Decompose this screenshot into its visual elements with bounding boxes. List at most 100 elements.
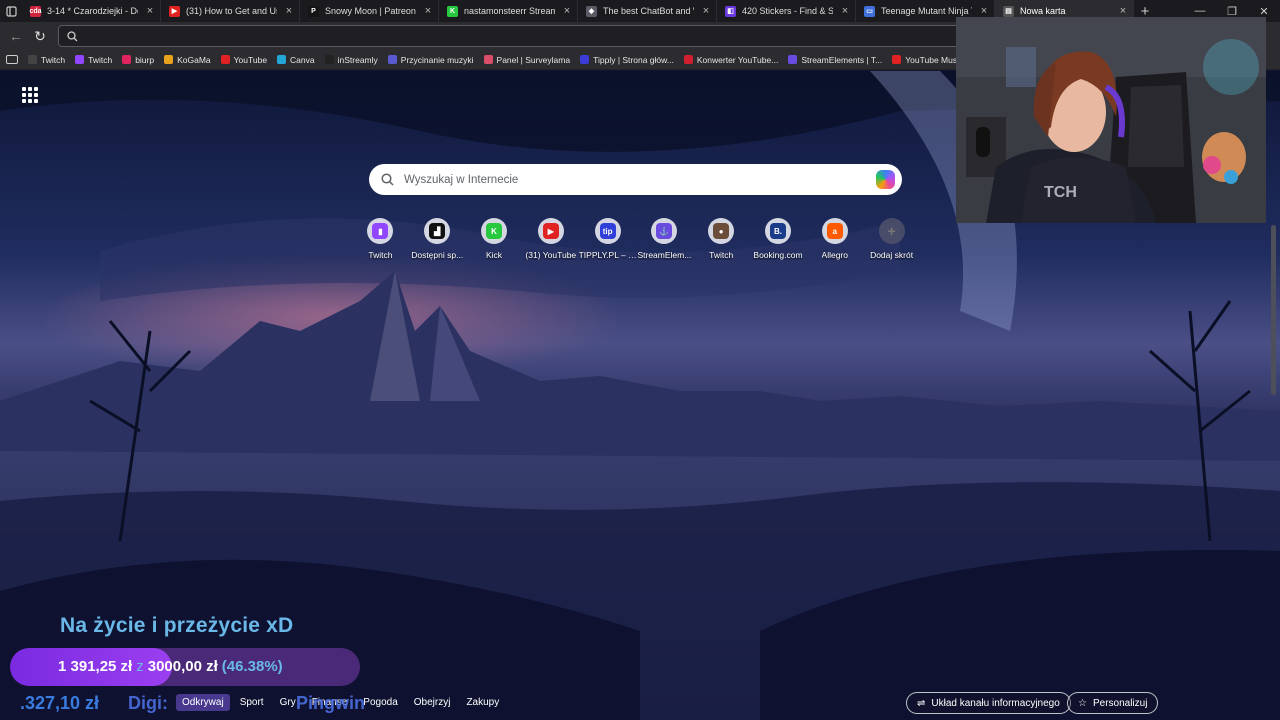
- shortcut-tile[interactable]: ● Twitch: [693, 218, 750, 260]
- shortcut-tile[interactable]: ⚓ StreamElem...: [636, 218, 693, 260]
- apps-grid-icon[interactable]: [22, 87, 38, 103]
- tab-close-icon[interactable]: ×: [283, 5, 295, 17]
- search-icon: [67, 30, 78, 41]
- shortcut-glyph: B.: [769, 223, 786, 239]
- bookmark-item[interactable]: Konwerter YouTube...: [683, 54, 779, 65]
- shortcut-icon: ⚓: [651, 218, 678, 244]
- shortcut-icon: ▟: [424, 218, 451, 244]
- feed-layout-button[interactable]: ⇌ Układ kanału informacyjnego: [906, 692, 1071, 714]
- personalize-button[interactable]: ☆ Personalizuj: [1067, 692, 1159, 714]
- browser-tab[interactable]: ◧ 420 Stickers - Find & Share ×: [717, 0, 856, 22]
- web-search-box[interactable]: Wyszukaj w Internecie: [369, 164, 902, 195]
- browser-tab[interactable]: cda 3-14 * Czarodziejki - Dobrz ×: [22, 0, 161, 22]
- bookmark-label: YouTube Mus: [905, 54, 958, 65]
- shortcut-tile[interactable]: B. Booking.com: [750, 218, 807, 260]
- shortcut-tile[interactable]: + Dodaj skrót: [863, 218, 920, 260]
- shortcut-glyph: ▮: [372, 223, 389, 239]
- goal-current: 1 391,25 zł: [58, 658, 133, 675]
- bookmark-label: Konwerter YouTube...: [696, 54, 779, 65]
- tab-close-icon[interactable]: ×: [839, 5, 851, 17]
- shortcut-tile[interactable]: a Allegro: [806, 218, 863, 260]
- tab-favicon-icon: ▤: [1003, 5, 1014, 17]
- shortcut-label: Twitch: [709, 250, 734, 260]
- tab-favicon-icon: cda: [29, 5, 42, 17]
- shortcut-tile[interactable]: K Kick: [466, 218, 523, 260]
- donation-goal-text: 1 391,25 zł z 3000,00 zł (46.38%): [58, 658, 283, 675]
- bookmark-label: KoGaMa: [177, 54, 211, 65]
- bookmark-item[interactable]: biurp: [122, 55, 154, 65]
- shortcut-label: TIPPLY.PL – S...: [578, 250, 637, 260]
- tab-title: (31) How to Get and Use Li: [186, 6, 277, 16]
- shortcut-icon: ●: [708, 218, 735, 244]
- close-window-icon[interactable]: ✕: [1248, 5, 1280, 18]
- bookmark-item[interactable]: KoGaMa: [164, 55, 211, 65]
- bookmark-item[interactable]: Twitch: [75, 55, 112, 65]
- tab-actions-icon[interactable]: [0, 0, 22, 22]
- back-icon[interactable]: ←: [4, 24, 28, 48]
- shortcut-label: Booking.com: [753, 250, 803, 260]
- tab-close-icon[interactable]: ×: [700, 5, 712, 17]
- browser-tab[interactable]: ▶ (31) How to Get and Use Li ×: [161, 0, 300, 22]
- bookmarks-menu-icon[interactable]: [6, 55, 18, 64]
- shortcut-glyph: +: [887, 223, 896, 239]
- bookmark-item[interactable]: Tipply | Strona głów...: [580, 55, 674, 65]
- shortcut-glyph: ⚓: [656, 223, 673, 239]
- feed-tab[interactable]: Odkrywaj: [176, 694, 230, 711]
- tab-close-icon[interactable]: ×: [1117, 5, 1129, 17]
- search-placeholder: Wyszukaj w Internecie: [404, 173, 519, 186]
- shortcut-tile[interactable]: ▮ Twitch: [352, 218, 409, 260]
- bookmark-item[interactable]: Panel | Surveylama: [483, 55, 570, 65]
- bookmark-label: Twitch: [88, 54, 113, 65]
- bookmark-label: Twitch: [41, 54, 66, 65]
- shortcut-label: Dodaj skrót: [870, 250, 914, 260]
- tab-close-icon[interactable]: ×: [978, 5, 990, 17]
- restore-icon[interactable]: ❐: [1216, 5, 1248, 18]
- shortcut-icon: B.: [764, 218, 791, 244]
- shortcut-icon: a: [821, 218, 848, 244]
- minimize-icon[interactable]: —: [1184, 5, 1216, 18]
- shortcut-icon: +: [878, 218, 905, 244]
- page-scrollbar[interactable]: [1271, 225, 1276, 395]
- layout-icon: ⇌: [917, 697, 926, 709]
- shortcut-tile[interactable]: ▟ Dostępni sp...: [409, 218, 466, 260]
- browser-tab[interactable]: ◆ The best ChatBot and Widg ×: [578, 0, 717, 22]
- bookmark-favicon-icon: [483, 55, 493, 64]
- bookmark-favicon-icon: [683, 55, 693, 64]
- tab-close-icon[interactable]: ×: [144, 5, 156, 17]
- shortcuts-row: ▮ Twitch ▟ Dostępni sp... K Kick ▶ (31) YouTube…: [352, 218, 920, 260]
- address-bar[interactable]: [58, 25, 1098, 47]
- tab-title: Nowa karta: [1020, 6, 1066, 16]
- bookmark-label: YouTube: [233, 54, 268, 65]
- bookmark-item[interactable]: StreamElements | T...: [788, 55, 882, 65]
- bookmark-item[interactable]: YouTube Mus: [892, 55, 957, 65]
- tab-favicon-icon: ▭: [864, 5, 875, 17]
- bookmark-favicon-icon: [892, 55, 902, 64]
- bookmark-favicon-icon: [122, 55, 132, 64]
- bookmark-item[interactable]: YouTube: [220, 54, 268, 65]
- shortcut-glyph: ▶: [542, 223, 559, 239]
- tab-title: The best ChatBot and Widg: [603, 6, 694, 16]
- copilot-icon[interactable]: [876, 170, 895, 189]
- shortcut-tile[interactable]: ▶ (31) YouTube: [522, 218, 579, 260]
- tab-close-icon[interactable]: ×: [422, 5, 434, 17]
- feed-tab[interactable]: Obejrzyj: [408, 694, 457, 711]
- browser-tab[interactable]: Knastamonsteerr Stream - W ×: [439, 0, 578, 22]
- shortcut-label: StreamElem...: [637, 250, 692, 260]
- shortcut-tile[interactable]: tip TIPPLY.PL – S...: [578, 218, 637, 260]
- feed-tab[interactable]: Sport: [234, 694, 270, 711]
- feed-tab[interactable]: Zakupy: [460, 694, 505, 711]
- bookmark-favicon-icon: [788, 55, 798, 64]
- donation-ticker-other: Pingwin: [296, 693, 365, 713]
- tab-close-icon[interactable]: ×: [561, 5, 573, 17]
- bookmark-item[interactable]: inStreamly: [324, 55, 378, 65]
- browser-tab[interactable]: P Snowy Moon | Patreon ×: [300, 0, 439, 22]
- refresh-icon[interactable]: ↻: [28, 24, 52, 48]
- donation-ticker-name: Digi:: [128, 693, 168, 713]
- shortcut-icon: tip: [594, 218, 621, 244]
- shortcut-icon: ▶: [537, 218, 564, 244]
- bookmark-favicon-icon: [277, 55, 287, 64]
- bookmark-item[interactable]: Przycinanie muzyki: [387, 55, 474, 65]
- bookmark-item[interactable]: Twitch: [28, 55, 65, 65]
- bookmark-favicon-icon: [324, 55, 334, 64]
- bookmark-item[interactable]: Canva: [277, 55, 315, 65]
